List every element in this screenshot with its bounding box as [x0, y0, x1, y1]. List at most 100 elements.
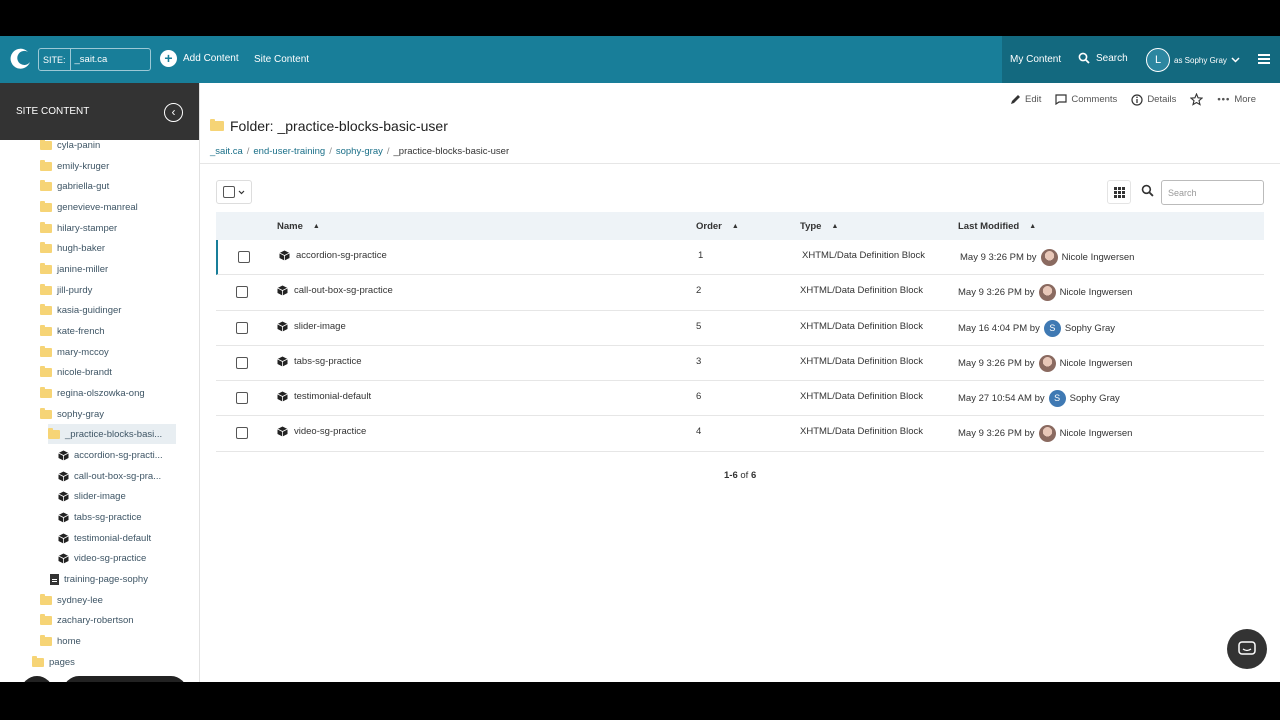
cms-app: SITE: _sait.ca + Add Content Site Conten… — [0, 36, 1280, 682]
logo-icon[interactable] — [8, 47, 32, 71]
tree-item[interactable]: zachary-robertson — [40, 610, 134, 630]
comments-button[interactable]: Comments — [1055, 94, 1117, 105]
sidebar: SITE CONTENT ‹ cyla-panin emily-kruger gab… — [0, 83, 200, 682]
edit-button[interactable]: Edit — [1010, 94, 1041, 105]
type-column-header[interactable]: Type ▲ — [800, 221, 838, 232]
tree-item[interactable]: mary-mccoy — [40, 342, 109, 362]
tree-item[interactable]: janine-miller — [40, 259, 108, 279]
breadcrumb-link[interactable]: _sait.ca — [210, 146, 243, 157]
tree-item-label: regina-olszowka-ong — [57, 387, 145, 399]
table-row[interactable]: testimonial-default 6 XHTML/Data Definitio… — [216, 381, 1264, 417]
folder-icon — [40, 345, 52, 357]
name-header-label: Name — [277, 221, 303, 232]
tree-item[interactable]: cyla-panin — [40, 140, 100, 155]
details-button[interactable]: Details — [1131, 93, 1176, 106]
modified-cell: May 9 3:26 PM by Nicole Ingwersen — [960, 249, 1134, 266]
row-checkbox[interactable] — [236, 321, 248, 334]
site-content-link[interactable]: Site Content — [254, 54, 309, 65]
table-row[interactable]: slider-image 5 XHTML/Data Definition Block… — [216, 311, 1264, 346]
tree-item[interactable]: regina-olszowka-ong — [40, 383, 145, 403]
breadcrumb-link[interactable]: sophy-gray — [336, 146, 383, 157]
select-all-dropdown[interactable] — [216, 180, 252, 204]
asset-name-link[interactable]: call-out-box-sg-practice — [294, 285, 393, 296]
search-input[interactable] — [1161, 180, 1264, 205]
type-value: XHTML/Data Definition Block — [800, 426, 924, 438]
order-value: 6 — [696, 391, 702, 403]
pencil-icon — [1011, 95, 1020, 104]
tree-item[interactable]: jill-purdy — [40, 280, 92, 300]
tree-item[interactable]: gabriella-gut — [40, 176, 109, 196]
folder-icon — [40, 407, 52, 419]
user-menu[interactable]: L as Sophy Gray — [1146, 48, 1240, 72]
pager-of: of — [740, 470, 749, 481]
tree-item-label: hugh-baker — [57, 242, 106, 254]
chat-button[interactable] — [1227, 629, 1267, 669]
tree-item[interactable]: kate-french — [40, 321, 105, 341]
row-checkbox[interactable] — [236, 356, 248, 369]
order-header-label: Order — [696, 221, 722, 232]
tree-item[interactable]: testimonial-default — [58, 528, 151, 548]
block-icon — [277, 285, 288, 296]
tree-item[interactable]: home — [40, 631, 81, 651]
table-row[interactable]: call-out-box-sg-practice 2 XHTML/Data Defi… — [216, 275, 1264, 311]
top-search-button[interactable]: Search — [1078, 52, 1128, 64]
table-row[interactable]: video-sg-practice 4 XHTML/Data Definition … — [216, 416, 1264, 452]
search-icon[interactable] — [1141, 184, 1154, 197]
tree-item[interactable]: sophy-gray — [40, 404, 104, 424]
tree-item[interactable]: video-sg-practice — [58, 548, 146, 568]
tree-item-label: mary-mccoy — [57, 346, 109, 358]
row-checkbox[interactable] — [236, 286, 248, 299]
tree-item[interactable]: hilary-stamper — [40, 218, 117, 238]
row-checkbox[interactable] — [238, 251, 250, 263]
modified-column-header[interactable]: Last Modified ▲ — [958, 221, 1036, 232]
tree-item[interactable]: genevieve-manreal — [40, 197, 138, 217]
modified-cell: May 9 3:26 PM by Nicole Ingwersen — [958, 354, 1132, 372]
block-icon — [58, 491, 69, 502]
row-checkbox[interactable] — [236, 392, 248, 405]
tree-item-label: emily-kruger — [57, 160, 110, 172]
tree-item[interactable]: emily-kruger — [40, 156, 109, 176]
tree-item-label: hilary-stamper — [57, 222, 118, 234]
tree-item-label: testimonial-default — [74, 532, 152, 544]
my-content-link[interactable]: My Content — [1010, 54, 1061, 65]
asset-actions: Edit Comments Details ••• More — [1010, 93, 1256, 106]
modified-cell: May 9 3:26 PM by Nicole Ingwersen — [958, 425, 1132, 443]
menu-icon[interactable] — [1258, 54, 1270, 66]
folder-icon — [40, 200, 52, 212]
tree-item[interactable]: slider-image — [58, 486, 126, 506]
asset-name-link[interactable]: accordion-sg-practice — [296, 250, 387, 261]
tree-item[interactable]: pages — [32, 652, 75, 672]
asset-name-link[interactable]: slider-image — [294, 321, 346, 332]
site-selector[interactable]: SITE: _sait.ca — [38, 48, 151, 71]
more-button[interactable]: ••• More — [1217, 94, 1256, 105]
order-value: 5 — [696, 320, 702, 332]
grid-view-button[interactable] — [1107, 180, 1131, 204]
name-column-header[interactable]: Name ▲ — [277, 221, 320, 232]
breadcrumb-link[interactable]: end-user-training — [253, 146, 325, 157]
order-column-header[interactable]: Order ▲ — [696, 221, 739, 232]
tree-item-label: sydney-lee — [57, 594, 103, 606]
tree-item[interactable]: hugh-baker — [40, 238, 105, 258]
add-content-button[interactable]: + Add Content — [160, 50, 239, 67]
asset-name-link[interactable]: testimonial-default — [294, 391, 371, 402]
tree-item-label: video-sg-practice — [74, 552, 147, 564]
folder-icon — [40, 634, 52, 646]
favorite-star-icon[interactable] — [1190, 93, 1204, 106]
tree-item[interactable]: kasia-guidinger — [40, 300, 121, 320]
tree-item[interactable]: _practice-blocks-basi... — [48, 424, 177, 444]
tree-item[interactable]: sydney-lee — [40, 590, 103, 610]
tree-item[interactable]: call-out-box-sg-pra... — [58, 466, 161, 486]
row-checkbox[interactable] — [236, 427, 248, 440]
type-cell: XHTML/Data Definition Block — [800, 356, 923, 367]
select-all-checkbox[interactable] — [223, 186, 235, 198]
tree-item[interactable]: accordion-sg-practi... — [58, 445, 163, 465]
table-row[interactable]: accordion-sg-practice 1 XHTML/Data Definit… — [216, 240, 1264, 276]
asset-name-link[interactable]: tabs-sg-practice — [294, 356, 362, 367]
collapse-sidebar-icon[interactable]: ‹ — [164, 103, 183, 122]
tree-item[interactable]: training-page-sophy — [50, 569, 148, 589]
camera-icon[interactable]: ▭ — [21, 676, 53, 682]
tree-item[interactable]: nicole-brandt — [40, 362, 112, 382]
asset-name-link[interactable]: video-sg-practice — [294, 426, 366, 437]
table-row[interactable]: tabs-sg-practice 3 XHTML/Data Definition B… — [216, 346, 1264, 382]
tree-item[interactable]: tabs-sg-practice — [58, 507, 142, 527]
